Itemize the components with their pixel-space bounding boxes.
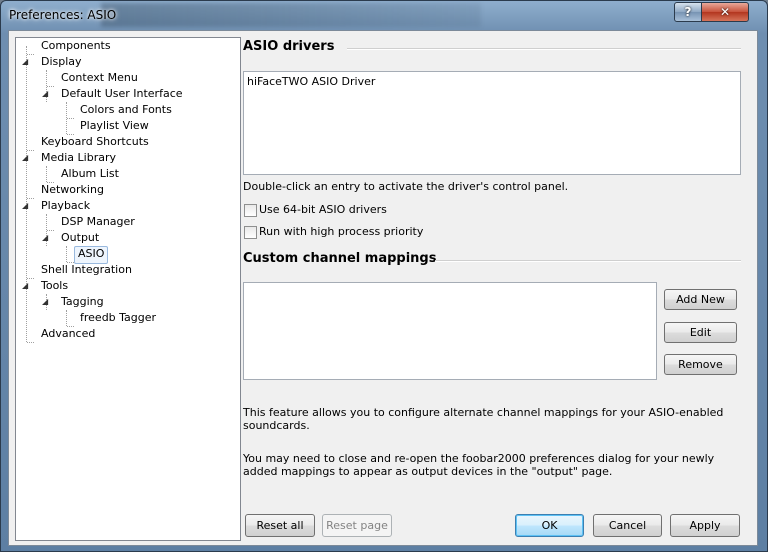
- expand-arrow-icon[interactable]: ◢: [22, 198, 28, 214]
- help-button[interactable]: ?: [674, 2, 702, 22]
- tree-item-playlist-view[interactable]: Playlist View: [77, 118, 152, 134]
- use-64bit-label[interactable]: Use 64-bit ASIO drivers: [259, 203, 387, 216]
- tree-item-album-list[interactable]: Album List: [58, 166, 122, 182]
- tree-item-shell-integration[interactable]: Shell Integration: [38, 262, 135, 278]
- tree-line: [26, 46, 27, 342]
- reset-page-button[interactable]: Reset page: [322, 514, 392, 537]
- expand-arrow-icon[interactable]: ◢: [42, 230, 48, 246]
- high-priority-label[interactable]: Run with high process priority: [259, 225, 423, 238]
- driver-list-item[interactable]: hiFaceTWO ASIO Driver: [247, 75, 375, 88]
- channel-mappings-heading: Custom channel mappings: [243, 251, 437, 266]
- tree-line: [67, 118, 74, 119]
- tree-item-components[interactable]: Components: [38, 38, 114, 54]
- apply-button[interactable]: Apply: [670, 514, 740, 537]
- tree-item-colors-and-fonts[interactable]: Colors and Fonts: [77, 102, 175, 118]
- tree-item-keyboard-shortcuts[interactable]: Keyboard Shortcuts: [38, 134, 152, 150]
- tree-item-output[interactable]: Output: [58, 230, 102, 246]
- expand-arrow-icon[interactable]: ◢: [42, 86, 48, 102]
- tree-item-context-menu[interactable]: Context Menu: [58, 70, 141, 86]
- remove-button[interactable]: Remove: [664, 354, 737, 375]
- expand-arrow-icon[interactable]: ◢: [42, 294, 48, 310]
- tree-item-default-user-interface[interactable]: Default User Interface: [58, 86, 186, 102]
- ok-button[interactable]: OK: [515, 514, 584, 537]
- cancel-button[interactable]: Cancel: [593, 514, 662, 537]
- close-button[interactable]: ✕: [701, 2, 749, 22]
- asio-drivers-heading: ASIO drivers: [243, 39, 335, 54]
- close-icon: ✕: [719, 5, 731, 19]
- tree-item-playback[interactable]: Playback: [38, 198, 93, 214]
- mapping-info-line: This feature allows you to configure alt…: [243, 406, 724, 419]
- reopen-info-line: You may need to close and re-open the fo…: [243, 452, 715, 465]
- tree-item-freedb-tagger[interactable]: freedb Tagger: [77, 310, 159, 326]
- channel-mappings-list[interactable]: [243, 282, 657, 380]
- asio-driver-list[interactable]: hiFaceTWO ASIO Driver: [243, 71, 741, 175]
- section-divider: [347, 48, 741, 50]
- tree-line: [66, 246, 67, 262]
- use-64bit-checkbox[interactable]: [244, 204, 257, 217]
- title-bar-background: [101, 3, 481, 27]
- preferences-tree[interactable]: ◢ ◢ ◢ ◢ ◢ ◢ ◢ Components Display Context…: [15, 37, 241, 541]
- mapping-info-line: soundcards.: [243, 419, 310, 432]
- tree-item-dsp-manager[interactable]: DSP Manager: [58, 214, 138, 230]
- high-priority-checkbox[interactable]: [244, 226, 257, 239]
- tree-line: [27, 342, 34, 343]
- expand-arrow-icon[interactable]: ◢: [22, 54, 28, 70]
- window-title: Preferences: ASIO: [9, 8, 117, 22]
- tree-item-media-library[interactable]: Media Library: [38, 150, 119, 166]
- dialog-client: ◢ ◢ ◢ ◢ ◢ ◢ ◢ Components Display Context…: [8, 30, 758, 546]
- tree-line: [46, 166, 47, 182]
- reset-all-button[interactable]: Reset all: [245, 514, 315, 537]
- section-divider: [435, 260, 741, 262]
- tree-item-tools[interactable]: Tools: [38, 278, 71, 294]
- add-new-button[interactable]: Add New: [664, 289, 737, 310]
- edit-button[interactable]: Edit: [664, 322, 737, 343]
- tree-line: [66, 310, 67, 326]
- preferences-window: Preferences: ASIO ? ✕ ◢ ◢ ◢ ◢ ◢ ◢ ◢ Comp…: [0, 0, 768, 552]
- expand-arrow-icon[interactable]: ◢: [22, 150, 28, 166]
- tree-item-tagging[interactable]: Tagging: [58, 294, 107, 310]
- tree-item-networking[interactable]: Networking: [38, 182, 107, 198]
- tree-item-display[interactable]: Display: [38, 54, 85, 70]
- tree-item-advanced[interactable]: Advanced: [38, 326, 98, 342]
- expand-arrow-icon[interactable]: ◢: [22, 278, 28, 294]
- title-bar[interactable]: Preferences: ASIO ? ✕: [1, 1, 767, 31]
- driver-hint-text: Double-click an entry to activate the dr…: [243, 180, 569, 193]
- reopen-info-line: added mappings to appear as output devic…: [243, 465, 613, 478]
